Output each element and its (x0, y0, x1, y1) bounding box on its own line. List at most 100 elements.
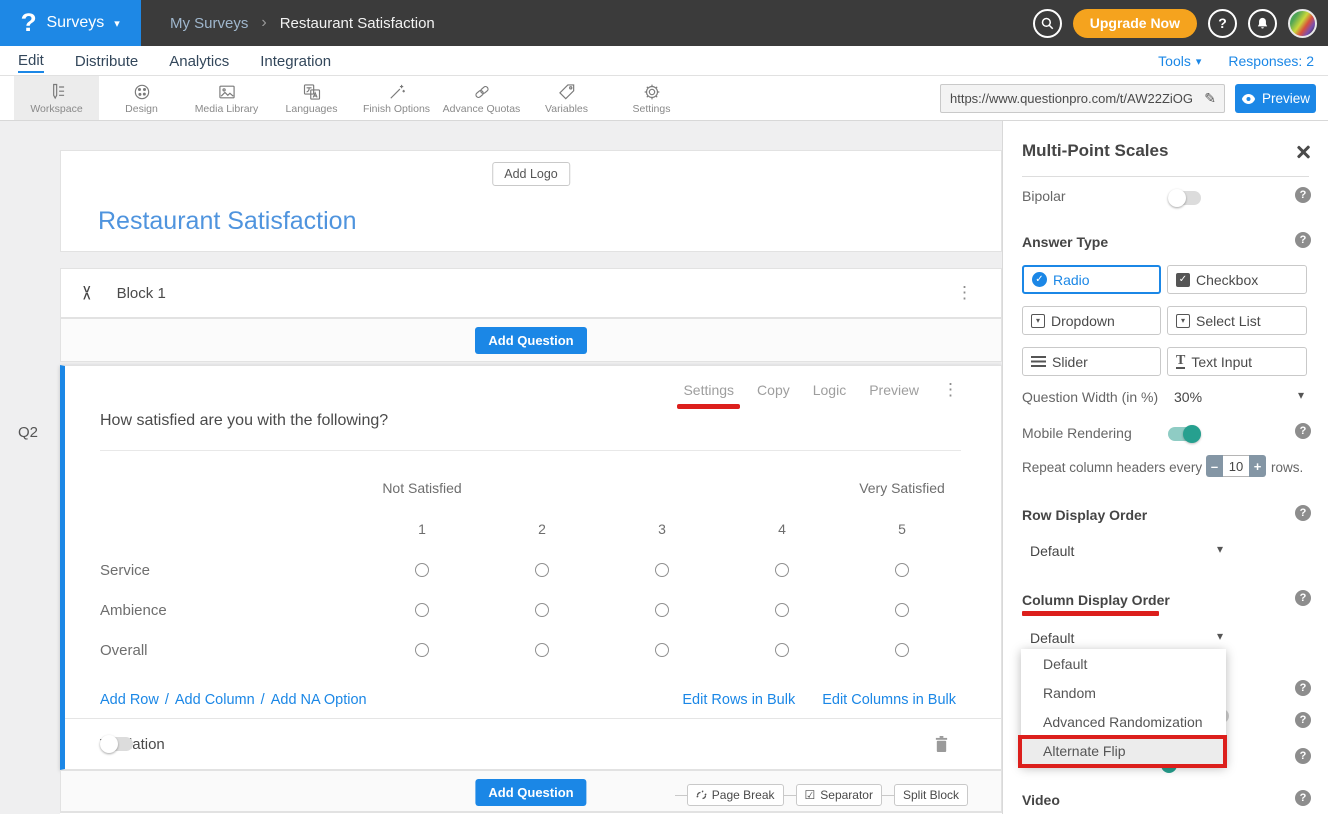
tools-menu[interactable]: Tools ▾ (1158, 53, 1201, 69)
question-text[interactable]: How satisfied are you with the following… (100, 412, 388, 430)
help-icon[interactable]: ? (1295, 712, 1311, 728)
radio-option[interactable] (535, 603, 549, 617)
answer-type-text-input[interactable]: T Text Input (1167, 347, 1307, 376)
help-icon[interactable]: ? (1295, 680, 1311, 696)
close-icon[interactable] (1295, 144, 1311, 160)
radio-option[interactable] (415, 563, 429, 577)
chevron-down-icon: ▾ (114, 17, 120, 30)
answer-type-radio[interactable]: ✓ Radio (1022, 265, 1161, 294)
answer-type-slider[interactable]: Slider (1022, 347, 1161, 376)
increment-button[interactable]: + (1249, 455, 1266, 477)
page-break-button[interactable]: Page Break (687, 784, 784, 806)
radio-option[interactable] (415, 603, 429, 617)
toolbar-advance-quotas[interactable]: Advance Quotas (439, 76, 524, 120)
product-switcher[interactable]: ? Surveys ▾ (0, 0, 141, 46)
answer-type-dropdown[interactable]: ▾ Dropdown (1022, 306, 1161, 335)
user-avatar[interactable] (1288, 9, 1317, 38)
block-menu-icon[interactable]: ⋮ (956, 283, 973, 303)
block-title[interactable]: Block 1 (117, 285, 166, 302)
chevron-down-icon[interactable]: ▾ (1298, 388, 1304, 402)
tab-question-copy[interactable]: Copy (757, 382, 790, 398)
toolbar-variables[interactable]: Variables (524, 76, 609, 120)
preview-button[interactable]: Preview (1235, 84, 1316, 113)
radio-option[interactable] (415, 643, 429, 657)
split-block-button[interactable]: Split Block (894, 784, 968, 806)
toolbar-finish-options[interactable]: Finish Options (354, 76, 439, 120)
tab-distribute[interactable]: Distribute (75, 50, 138, 72)
row-label[interactable]: Overall (100, 642, 362, 659)
toolbar-workspace[interactable]: Workspace (14, 76, 99, 120)
option-random[interactable]: Random (1021, 678, 1226, 707)
radio-option[interactable] (655, 643, 669, 657)
add-na-option-link[interactable]: Add NA Option (271, 692, 367, 708)
separator-button[interactable]: ☑ Separator (796, 784, 882, 806)
radio-option[interactable] (895, 563, 909, 577)
breadcrumb-my-surveys[interactable]: My Surveys (170, 15, 248, 32)
help-icon[interactable]: ? (1295, 590, 1311, 606)
question-width-value[interactable]: 30% (1174, 389, 1202, 405)
help-icon[interactable]: ? (1295, 423, 1311, 439)
help-icon[interactable]: ? (1295, 505, 1311, 521)
help-icon[interactable]: ? (1295, 790, 1311, 806)
repeat-headers-input[interactable] (1223, 455, 1249, 477)
validation-toggle[interactable] (100, 737, 133, 751)
row-label[interactable]: Service (100, 562, 362, 579)
chevron-down-icon[interactable]: ▾ (1217, 542, 1223, 556)
survey-url-input[interactable] (941, 91, 1196, 106)
edit-url-icon[interactable]: ✎ (1196, 90, 1224, 107)
option-alternate-flip[interactable]: Alternate Flip (1021, 736, 1226, 765)
notifications-button[interactable] (1248, 9, 1277, 38)
radio-option[interactable] (895, 643, 909, 657)
add-column-link[interactable]: Add Column (175, 692, 255, 708)
edit-rows-in-bulk-link[interactable]: Edit Rows in Bulk (682, 692, 795, 708)
option-advanced-randomization[interactable]: Advanced Randomization (1021, 707, 1226, 736)
toolbar-settings[interactable]: Settings (609, 76, 694, 120)
help-icon[interactable]: ? (1295, 187, 1311, 203)
option-default[interactable]: Default (1021, 649, 1226, 678)
delete-question-button[interactable] (934, 735, 949, 753)
decrement-button[interactable]: – (1206, 455, 1223, 477)
survey-title[interactable]: Restaurant Satisfaction (98, 207, 356, 236)
row-display-order-select[interactable]: Default (1030, 543, 1074, 559)
add-row-link[interactable]: Add Row (100, 692, 159, 708)
row-label[interactable]: Ambience (100, 602, 362, 619)
questionpro-survey-editor: ? Surveys ▾ My Surveys › Restaurant Sati… (0, 0, 1328, 814)
question-menu-icon[interactable]: ⋮ (942, 380, 959, 400)
add-question-button[interactable]: Add Question (475, 327, 586, 354)
tab-analytics[interactable]: Analytics (169, 50, 229, 72)
tab-question-settings[interactable]: Settings (683, 382, 734, 398)
radio-option[interactable] (895, 603, 909, 617)
help-icon[interactable]: ? (1295, 748, 1311, 764)
help-button[interactable]: ? (1208, 9, 1237, 38)
answer-type-select-list[interactable]: ▾ Select List (1167, 306, 1307, 335)
responses-link[interactable]: Responses: 2 (1228, 53, 1314, 69)
add-question-button-bottom[interactable]: Add Question (475, 779, 586, 806)
column-display-order-select[interactable]: Default (1030, 630, 1074, 646)
answer-type-checkbox[interactable]: ✓ Checkbox (1167, 265, 1307, 294)
radio-option[interactable] (775, 603, 789, 617)
tab-question-preview[interactable]: Preview (869, 382, 919, 398)
tab-integration[interactable]: Integration (260, 50, 331, 72)
radio-option[interactable] (535, 563, 549, 577)
radio-option[interactable] (655, 563, 669, 577)
toolbar-languages[interactable]: Languages (269, 76, 354, 120)
radio-option[interactable] (535, 643, 549, 657)
tab-edit[interactable]: Edit (18, 49, 44, 73)
toolbar-design[interactable]: Design (99, 76, 184, 120)
bipolar-toggle[interactable] (1168, 191, 1201, 205)
mobile-rendering-toggle[interactable] (1168, 427, 1201, 441)
upgrade-now-button[interactable]: Upgrade Now (1073, 9, 1197, 38)
help-icon[interactable]: ? (1295, 232, 1311, 248)
add-logo-button[interactable]: Add Logo (492, 162, 570, 186)
radio-option[interactable] (775, 563, 789, 577)
radio-option[interactable] (655, 603, 669, 617)
tab-question-logic[interactable]: Logic (813, 382, 846, 398)
nav-right: Tools ▾ Responses: 2 (1158, 46, 1314, 76)
edit-columns-in-bulk-link[interactable]: Edit Columns in Bulk (822, 692, 956, 708)
toolbar-media-library[interactable]: Media Library (184, 76, 269, 120)
image-icon (217, 82, 237, 102)
radio-option[interactable] (775, 643, 789, 657)
search-button[interactable] (1033, 9, 1062, 38)
chevron-down-icon[interactable]: ▾ (1217, 629, 1223, 643)
collapse-block-icon[interactable]: ˅ ˄ (83, 286, 91, 300)
